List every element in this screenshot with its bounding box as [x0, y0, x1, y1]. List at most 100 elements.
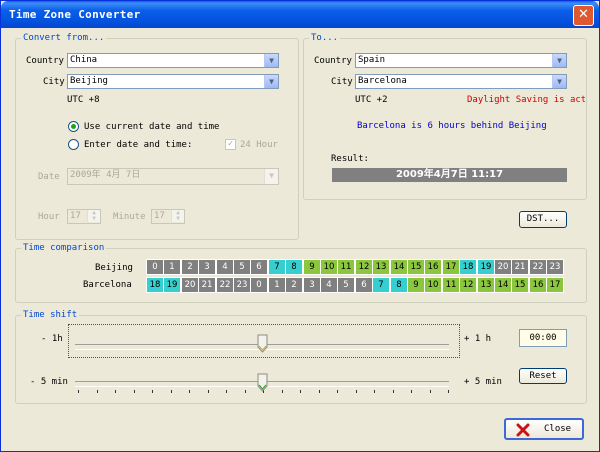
result-label: Result: [331, 154, 369, 164]
radio-enter-label: Enter date and time: [84, 140, 193, 150]
hour-cell-barcelona: 12 [459, 277, 477, 293]
slider-tick [300, 390, 301, 393]
hour-cell-barcelona: 15 [511, 277, 529, 293]
title-bar: Time Zone Converter ✕ [1, 1, 599, 28]
hour-cell-barcelona: 3 [303, 277, 321, 293]
from-city-value: Beijing [70, 76, 108, 86]
hour-cell-beijing: 18 [459, 259, 477, 275]
slider-tick [226, 390, 227, 393]
from-country-value: China [70, 55, 98, 65]
hour-cell-beijing: 0 [146, 259, 164, 275]
hour-slider-thumb[interactable] [257, 334, 268, 353]
to-country-select[interactable]: Spain ▼ [355, 53, 567, 68]
hour-cell-beijing: 12 [355, 259, 373, 275]
hour-cell-beijing: 17 [442, 259, 460, 275]
hour-cell-beijing: 10 [320, 259, 338, 275]
hour-cell-barcelona: 8 [390, 277, 408, 293]
to-country-label: Country [314, 56, 352, 66]
hour-cell-beijing: 15 [407, 259, 425, 275]
chevron-down-icon[interactable]: ▼ [552, 75, 566, 88]
slider-tick [282, 390, 283, 393]
date-label: Date [38, 172, 60, 182]
hour24-checkbox[interactable]: ✓ [225, 139, 236, 150]
hour-cell-beijing: 21 [511, 259, 529, 275]
dst-notice: Daylight Saving is acti [467, 95, 585, 105]
minute-slider-thumb[interactable] [257, 373, 268, 392]
hour-cell-barcelona: 5 [337, 277, 355, 293]
hour-cell-beijing: 1 [163, 259, 181, 275]
slider-tick [189, 390, 190, 393]
radio-selected-dot [71, 124, 76, 129]
hour-cell-beijing: 14 [390, 259, 408, 275]
close-button-label: Close [544, 424, 572, 434]
reset-button[interactable]: Reset [519, 368, 567, 384]
dst-button[interactable]: DST... [519, 211, 567, 228]
hour-cell-beijing: 5 [233, 259, 251, 275]
result-value: 2009年4月7日 11:17 [332, 168, 567, 182]
slider-tick [152, 390, 153, 393]
slider-tick [78, 390, 79, 393]
slider-tick [115, 390, 116, 393]
hour-cell-barcelona: 9 [407, 277, 425, 293]
to-utc-offset: UTC +2 [355, 95, 388, 105]
slider-tick [319, 390, 320, 393]
to-city-select[interactable]: Barcelona ▼ [355, 74, 567, 89]
hour-cell-beijing: 20 [494, 259, 512, 275]
close-button[interactable]: Close [504, 418, 584, 440]
hour-cell-beijing: 7 [268, 259, 286, 275]
hour-cell-beijing: 2 [181, 259, 199, 275]
radio-current-date[interactable] [68, 121, 79, 132]
hour-spinner[interactable]: 17 ▲ ▼ [67, 209, 101, 224]
hour-cell-beijing: 3 [198, 259, 216, 275]
chevron-down-icon[interactable]: ▼ [552, 54, 566, 67]
hour-cell-beijing: 9 [303, 259, 321, 275]
radio-enter-date[interactable] [68, 139, 79, 150]
hour-cell-barcelona: 0 [250, 277, 268, 293]
hour-cell-beijing: 22 [529, 259, 547, 275]
min-shift-max-label: + 5 min [464, 377, 502, 387]
hour-cell-barcelona: 18 [146, 277, 164, 293]
chevron-down-icon[interactable]: ▼ [264, 75, 278, 88]
hour24-label: 24 Hour [240, 140, 278, 150]
date-picker[interactable]: 2009年 4月 7日 ▼ [67, 168, 279, 185]
slider-tick [430, 390, 431, 393]
to-country-value: Spain [358, 55, 386, 65]
hour-label: Hour [38, 212, 60, 222]
from-utc-offset: UTC +8 [67, 95, 100, 105]
convert-from-legend: Convert from... [23, 33, 105, 43]
min-shift-min-label: - 5 min [30, 377, 68, 387]
spin-down-icon[interactable]: ▼ [171, 216, 184, 222]
hour-shift-min-label: - 1h [41, 334, 63, 344]
from-country-select[interactable]: China ▼ [67, 53, 279, 68]
hour-cell-barcelona: 21 [198, 277, 216, 293]
hour-cell-beijing: 8 [285, 259, 303, 275]
spin-down-icon[interactable]: ▼ [87, 216, 100, 222]
hour-cell-barcelona: 16 [529, 277, 547, 293]
hour-cell-beijing: 16 [424, 259, 442, 275]
hour-cell-barcelona: 11 [442, 277, 460, 293]
slider-tick [245, 390, 246, 393]
hour-cell-barcelona: 19 [163, 277, 181, 293]
shift-time-display: 00:00 [519, 329, 567, 347]
minute-value: 17 [154, 211, 165, 221]
slider-tick [393, 390, 394, 393]
slider-tick [356, 390, 357, 393]
hour-cell-beijing: 6 [250, 259, 268, 275]
row-label-barcelona: Barcelona [83, 280, 132, 290]
hour-slider[interactable] [68, 324, 460, 358]
slider-tick [97, 390, 98, 393]
slider-tick [134, 390, 135, 393]
from-city-select[interactable]: Beijing ▼ [67, 74, 279, 89]
window-title: Time Zone Converter [9, 8, 141, 21]
red-x-icon [516, 423, 530, 437]
hour-cell-barcelona: 7 [372, 277, 390, 293]
chevron-down-icon[interactable]: ▼ [264, 169, 278, 184]
from-city-label: City [43, 77, 65, 87]
chevron-down-icon[interactable]: ▼ [264, 54, 278, 67]
to-city-label: City [331, 77, 353, 87]
window-close-button[interactable]: ✕ [573, 5, 594, 26]
date-value: 2009年 4月 7日 [70, 170, 141, 180]
minute-spinner[interactable]: 17 ▲ ▼ [151, 209, 185, 224]
slider-tick [448, 390, 449, 393]
hour-cell-barcelona: 6 [355, 277, 373, 293]
